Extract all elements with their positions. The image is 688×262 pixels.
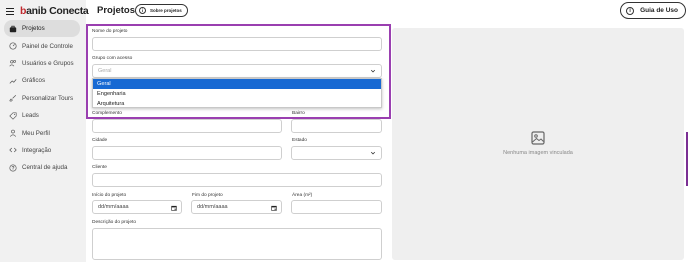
sidebar-item-label: Integração bbox=[22, 146, 52, 154]
dashboard-icon bbox=[9, 42, 17, 50]
sidebar-item-label: Meu Perfil bbox=[22, 129, 50, 137]
sidebar-item-label: Usuários e Grupos bbox=[22, 59, 74, 67]
sidebar-item-label: Gráficos bbox=[22, 77, 46, 85]
complement-input[interactable] bbox=[92, 119, 282, 133]
start-date-label: Início do projeto bbox=[92, 193, 127, 198]
users-icon bbox=[9, 59, 17, 67]
menu-icon[interactable] bbox=[6, 7, 14, 15]
sidebar-item-graficos[interactable]: Gráficos bbox=[4, 72, 80, 89]
end-date-input[interactable]: dd/mm/aaaa bbox=[191, 200, 282, 214]
guide-button[interactable]: i Guia de Uso bbox=[620, 2, 686, 19]
sidebar-item-leads[interactable]: Leads bbox=[4, 107, 80, 124]
user-icon bbox=[9, 129, 17, 137]
sidebar-item-label: Central de ajuda bbox=[22, 164, 68, 172]
end-date-placeholder: dd/mm/aaaa bbox=[197, 204, 228, 210]
guide-label: Guia de Uso bbox=[640, 7, 678, 14]
sidebar-item-label: Personalizar Tours bbox=[22, 94, 74, 102]
dropdown-option-arquitetura[interactable]: Arquitetura bbox=[93, 99, 381, 109]
area-label: Área (m²) bbox=[292, 193, 313, 198]
image-panel[interactable]: Nenhuma imagem vinculada bbox=[392, 28, 684, 260]
start-date-placeholder: dd/mm/aaaa bbox=[98, 204, 129, 210]
sidebar-item-usuarios[interactable]: Usuários e Grupos bbox=[4, 55, 80, 72]
area-input[interactable] bbox=[291, 200, 382, 214]
sidebar: banib Conecta Projetos Painel de Control… bbox=[0, 0, 89, 262]
sidebar-item-painel[interactable]: Painel de Controle bbox=[4, 37, 80, 54]
dropdown-option-geral[interactable]: Geral bbox=[93, 79, 381, 89]
city-input[interactable] bbox=[92, 146, 282, 160]
sidebar-item-label: Leads bbox=[22, 112, 39, 120]
sidebar-item-integracao[interactable]: Integração bbox=[4, 142, 80, 159]
image-caption: Nenhuma imagem vinculada bbox=[503, 150, 573, 156]
start-date-input[interactable]: dd/mm/aaaa bbox=[92, 200, 182, 214]
sidebar-nav: Projetos Painel de Controle Usuários e G… bbox=[4, 20, 80, 177]
sidebar-item-label: Painel de Controle bbox=[22, 42, 73, 50]
calendar-icon[interactable] bbox=[271, 205, 277, 211]
sidebar-item-tours[interactable]: Personalizar Tours bbox=[4, 90, 80, 107]
logo[interactable]: banib Conecta bbox=[20, 5, 89, 17]
about-projects-button[interactable]: i Sobre projetos bbox=[135, 4, 188, 17]
page-title: Projetos bbox=[97, 5, 136, 16]
description-label: Descrição do projeto bbox=[92, 220, 136, 225]
briefcase-icon bbox=[9, 25, 17, 33]
brand: banib Conecta bbox=[6, 5, 89, 17]
state-select[interactable] bbox=[291, 146, 382, 160]
state-label: Estado bbox=[292, 138, 307, 143]
info-icon: i bbox=[139, 7, 146, 14]
city-label: Cidade bbox=[92, 138, 108, 143]
chart-icon bbox=[9, 77, 17, 85]
description-textarea[interactable] bbox=[92, 228, 382, 260]
code-icon bbox=[9, 146, 17, 154]
tag-icon bbox=[9, 112, 17, 120]
end-date-label: Fim do projeto bbox=[192, 193, 223, 198]
sidebar-item-ajuda[interactable]: Central de ajuda bbox=[4, 159, 80, 176]
sidebar-item-perfil[interactable]: Meu Perfil bbox=[4, 124, 80, 141]
dropdown-option-engenharia[interactable]: Engenharia bbox=[93, 89, 381, 99]
about-projects-label: Sobre projetos bbox=[150, 8, 182, 13]
help-icon bbox=[9, 164, 17, 172]
access-group-dropdown[interactable]: Geral Engenharia Arquitetura bbox=[92, 78, 382, 108]
image-icon bbox=[531, 131, 545, 145]
neighborhood-input[interactable] bbox=[291, 119, 382, 133]
sidebar-item-label: Projetos bbox=[22, 25, 45, 33]
client-label: Cliente bbox=[92, 165, 107, 170]
sidebar-item-projetos[interactable]: Projetos bbox=[4, 20, 80, 38]
header: Projetos i Sobre projetos i Guia de Uso bbox=[86, 0, 688, 22]
chevron-down-icon bbox=[370, 151, 376, 155]
brush-icon bbox=[9, 94, 17, 102]
calendar-icon[interactable] bbox=[171, 205, 177, 211]
info-icon: i bbox=[626, 6, 635, 15]
client-input[interactable] bbox=[92, 173, 382, 187]
